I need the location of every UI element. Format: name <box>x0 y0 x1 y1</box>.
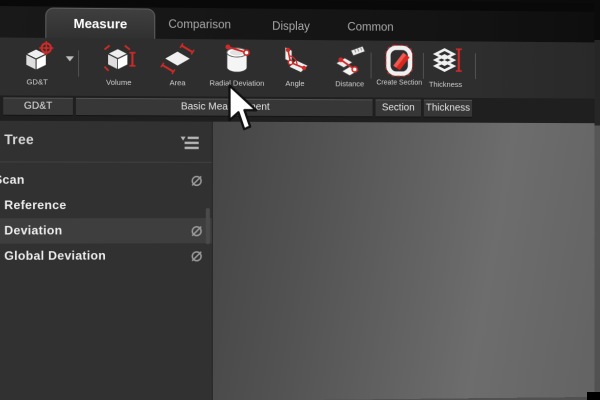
gdt-icon <box>19 40 56 77</box>
tab-common[interactable]: Common <box>334 18 407 41</box>
area-label: Area <box>147 78 208 87</box>
tree-list: Scan Reference Deviation <box>0 167 212 269</box>
gdt-label: GD&T <box>6 77 67 86</box>
group-section: Section <box>376 99 421 116</box>
tab-comparison[interactable]: Comparison <box>157 14 242 40</box>
separator <box>78 50 79 76</box>
tree-item-deviation[interactable]: Deviation <box>0 218 212 244</box>
gdt-button[interactable]: GD&T <box>6 40 67 95</box>
eye-slash-icon[interactable] <box>190 249 204 263</box>
volume-button[interactable]: Volume <box>88 40 149 95</box>
volume-label: Volume <box>88 78 149 87</box>
panel-splitter-handle[interactable] <box>206 208 210 244</box>
tree-item-reference[interactable]: Reference <box>0 193 212 218</box>
tree-item-global-deviation[interactable]: Global Deviation <box>0 243 212 269</box>
radial-deviation-icon <box>219 41 255 77</box>
tree-options-icon[interactable] <box>180 135 200 151</box>
thickness-icon <box>428 43 463 79</box>
create-section-icon <box>381 43 417 79</box>
group-gdt: GD&T <box>3 97 73 115</box>
corner-artifact <box>587 392 600 400</box>
volume-icon <box>100 40 137 77</box>
thickness-button[interactable]: Thickness <box>416 43 475 97</box>
tree-item-scan[interactable]: Scan <box>0 167 212 192</box>
eye-slash-icon[interactable] <box>190 224 204 238</box>
tab-measure[interactable]: Measure <box>45 7 155 39</box>
group-thickness: Thickness <box>424 100 472 117</box>
ribbon-toolbar: GD&T Volume <box>0 37 595 98</box>
eye-slash-icon[interactable] <box>190 174 204 188</box>
tree-panel-header: Tree <box>0 121 212 163</box>
ribbon-tab-bar: Measure Comparison Display Common <box>0 0 595 42</box>
viewport-3d[interactable] <box>212 122 595 400</box>
group-basic-measurement: Basic Measurement <box>76 98 373 116</box>
area-button[interactable]: Area <box>147 41 208 96</box>
distance-icon <box>332 42 368 78</box>
tree-panel: Tree Scan Reference <box>0 121 213 400</box>
area-icon <box>159 41 195 77</box>
screenshot-frame: Measure Comparison Display Common GD&T <box>0 0 600 400</box>
main-area: Tree Scan Reference <box>0 121 595 400</box>
ribbon-group-strip: GD&T Basic Measurement Section Thickness <box>0 95 595 123</box>
angle-icon <box>277 42 313 78</box>
dropdown-arrow-icon[interactable] <box>66 56 74 61</box>
mouse-cursor-icon <box>226 84 258 134</box>
angle-button[interactable]: Angle <box>265 42 325 96</box>
tab-display[interactable]: Display <box>254 17 328 41</box>
separator <box>475 53 476 79</box>
tree-panel-title: Tree <box>4 132 34 147</box>
thickness-label: Thickness <box>416 80 475 89</box>
angle-label: Angle <box>265 79 325 88</box>
app-window: Measure Comparison Display Common GD&T <box>0 0 595 400</box>
